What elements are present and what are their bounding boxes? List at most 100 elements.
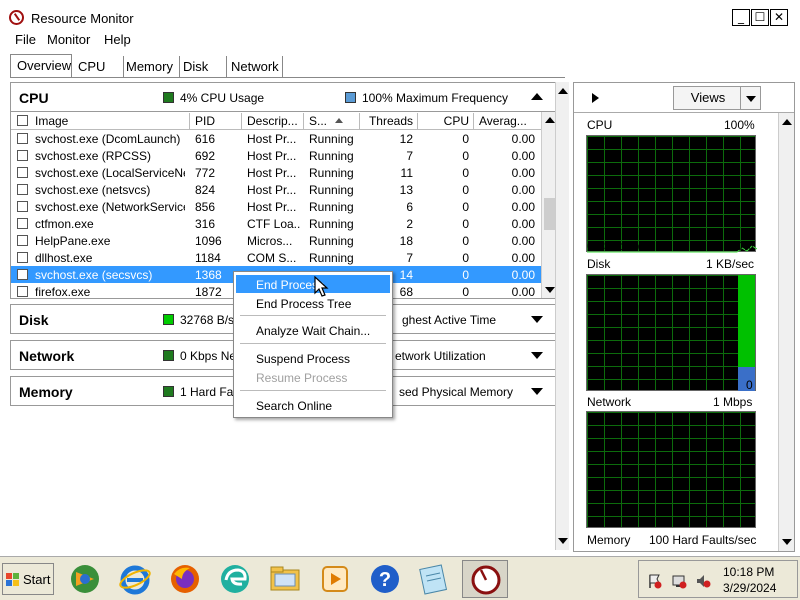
table-row[interactable]: svchost.exe (LocalServiceNet... 772 Host P… [11, 164, 543, 181]
table-cell: Host Pr... [247, 183, 297, 197]
network-tray-icon[interactable] [671, 573, 687, 589]
action-center-flag-icon[interactable] [647, 573, 663, 589]
expand-graphs-icon[interactable] [592, 93, 599, 103]
column-status[interactable]: S... [309, 114, 333, 128]
row-checkbox[interactable] [17, 184, 28, 195]
process-context-menu: End Process End Process Tree Analyze Wai… [233, 271, 393, 418]
table-row[interactable]: svchost.exe (RPCSS) 692 Host Pr... Running 7… [11, 147, 543, 164]
table-row[interactable]: HelpPane.exe 1096 Micros... Running 18 0 0.00 [11, 232, 543, 249]
start-button[interactable]: Start [2, 563, 54, 595]
disk-graph-max: 1 KB/sec [706, 257, 755, 271]
row-checkbox[interactable] [17, 252, 28, 263]
table-row[interactable]: ctfmon.exe 316 CTF Loa... Running 2 0 0.00 [11, 215, 543, 232]
cpu-section-header[interactable]: CPU 4% CPU Usage 100% Maximum Frequency [10, 82, 558, 112]
resource-monitor-window: Resource Monitor _ ☐ ✕ File Monitor Help… [0, 0, 800, 556]
close-button[interactable]: ✕ [770, 9, 788, 26]
cpu-usage-legend-icon [163, 92, 174, 103]
column-threads[interactable]: Threads [363, 114, 413, 128]
table-row[interactable]: svchost.exe (DcomLaunch) 616 Host Pr... Run… [11, 130, 543, 147]
firefox-icon[interactable] [168, 562, 202, 596]
max-frequency-legend-icon [345, 92, 356, 103]
memory-faults-label: 1 Hard Fau [180, 385, 241, 399]
memory-faults-legend-icon [163, 386, 174, 397]
table-row[interactable]: svchost.exe (netsvcs) 824 Host Pr... Runnin… [11, 181, 543, 198]
table-cell: Running [309, 251, 354, 265]
menu-end-process[interactable]: End Process [236, 275, 390, 293]
table-cell: 0.00 [511, 132, 535, 146]
media-player-icon[interactable] [318, 562, 352, 596]
minimize-button[interactable]: _ [732, 9, 750, 26]
column-average[interactable]: Averag... [479, 114, 535, 128]
left-pane-scrollbar[interactable] [555, 82, 569, 550]
menu-search-online[interactable]: Search Online [236, 396, 390, 414]
windows-media-player-icon[interactable] [68, 562, 102, 596]
clock-time[interactable]: 10:18 PM [723, 565, 774, 579]
maximize-button[interactable]: ☐ [751, 9, 769, 26]
scroll-up-icon[interactable] [782, 119, 792, 125]
notepad-icon[interactable] [416, 562, 450, 596]
scroll-up-icon[interactable] [545, 117, 555, 123]
column-pid[interactable]: PID [195, 114, 239, 128]
windows-logo-icon [6, 573, 19, 586]
scroll-down-icon[interactable] [782, 539, 792, 545]
internet-explorer-icon[interactable] [118, 562, 152, 596]
menu-help[interactable]: Help [104, 32, 131, 47]
table-cell: 0.00 [511, 285, 535, 299]
table-cell: svchost.exe (RPCSS) [35, 149, 152, 163]
row-checkbox[interactable] [17, 269, 28, 280]
expand-down-icon[interactable] [531, 316, 543, 323]
edge-icon[interactable] [218, 562, 252, 596]
collapse-up-icon[interactable] [531, 93, 543, 100]
scroll-thumb[interactable] [544, 198, 555, 230]
file-explorer-icon[interactable] [268, 562, 302, 596]
menu-file[interactable]: File [15, 32, 36, 47]
select-all-checkbox[interactable] [17, 115, 28, 126]
column-separator [189, 113, 190, 129]
resource-monitor-app-icon [9, 10, 24, 25]
column-image[interactable]: Image [35, 114, 185, 128]
help-icon[interactable]: ? [368, 562, 402, 596]
tab-overview[interactable]: Overview [10, 54, 72, 78]
expand-down-icon[interactable] [531, 388, 543, 395]
menu-end-process-tree[interactable]: End Process Tree [236, 294, 390, 312]
column-description[interactable]: Descrip... [247, 114, 301, 128]
scroll-down-icon[interactable] [545, 287, 555, 293]
scroll-up-icon[interactable] [558, 88, 568, 94]
network-graph-label: Network [587, 395, 632, 409]
table-cell: 0.00 [511, 251, 535, 265]
views-dropdown-icon[interactable] [740, 86, 761, 110]
row-checkbox[interactable] [17, 201, 28, 212]
table-cell: Running [309, 149, 354, 163]
volume-muted-icon[interactable] [695, 573, 711, 589]
row-checkbox[interactable] [17, 150, 28, 161]
table-cell: svchost.exe (LocalServiceNet... [35, 166, 185, 180]
menu-suspend-process[interactable]: Suspend Process [236, 349, 390, 367]
row-checkbox[interactable] [17, 235, 28, 246]
disk-rate-legend-icon [163, 314, 174, 325]
row-checkbox[interactable] [17, 167, 28, 178]
table-row[interactable]: svchost.exe (NetworkService) 856 Host Pr..… [11, 198, 543, 215]
tab-network[interactable]: Network [225, 56, 283, 77]
table-cell: Host Pr... [247, 132, 297, 146]
row-checkbox[interactable] [17, 218, 28, 229]
resource-monitor-taskbar-button[interactable] [462, 560, 508, 598]
cpu-graph-label: CPU [587, 118, 613, 132]
network-util-label: etwork Utilization [395, 349, 486, 363]
scroll-down-icon[interactable] [558, 538, 568, 544]
row-checkbox[interactable] [17, 286, 28, 297]
table-row[interactable]: dllhost.exe 1184 COM S... Running 7 0 0.00 [11, 249, 543, 266]
menu-analyze-wait-chain[interactable]: Analyze Wait Chain... [236, 321, 390, 339]
tab-cpu[interactable]: CPU [72, 56, 124, 77]
column-separator [359, 113, 360, 129]
table-cell: 0 [462, 234, 469, 248]
tab-memory[interactable]: Memory [120, 56, 180, 77]
row-checkbox[interactable] [17, 133, 28, 144]
menu-monitor[interactable]: Monitor [47, 32, 90, 47]
graphs-scrollbar[interactable] [778, 113, 794, 551]
column-cpu[interactable]: CPU [421, 114, 469, 128]
tab-underline [10, 77, 565, 78]
clock-date[interactable]: 3/29/2024 [723, 581, 776, 595]
tab-disk[interactable]: Disk [177, 56, 227, 77]
table-cell: Running [309, 234, 354, 248]
expand-down-icon[interactable] [531, 352, 543, 359]
